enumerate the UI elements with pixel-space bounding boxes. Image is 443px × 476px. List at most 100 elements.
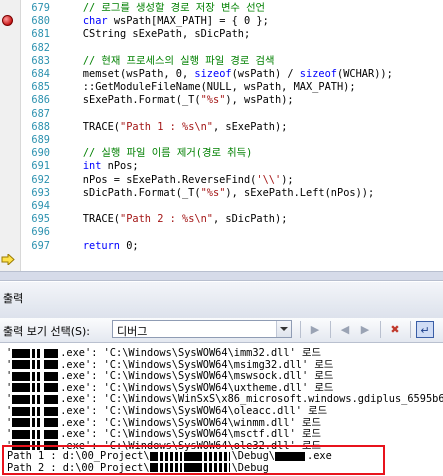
toolbar-separator: [330, 321, 331, 338]
line-number: 695: [31, 213, 50, 226]
code-line[interactable]: 696: [0, 226, 443, 239]
redacted-block: [12, 360, 31, 370]
code-token: sDicPath.Format(_T(: [58, 186, 201, 199]
code-text: // 현재 프로세스의 실행 파일 경로 검색: [58, 55, 275, 68]
output-line-text: .exe': 'C:\Windows\SysWOW64\oleacc.dll' …: [60, 405, 328, 417]
output-line-text: .exe': 'C:\Windows\WinSxS\x86_microsoft.…: [60, 393, 443, 406]
code-text: return 0;: [58, 240, 139, 253]
line-number: 682: [31, 41, 50, 54]
code-line[interactable]: 691 int nPos;: [0, 160, 443, 173]
code-line[interactable]: 684 memset(wsPath, 0, sizeof(wsPath) / s…: [0, 68, 443, 81]
line-number: 686: [31, 94, 50, 107]
output-line-text: .exe': 'C:\Windows\SysWOW64\imm32.dll' 로…: [60, 347, 321, 359]
code-keyword: char: [82, 15, 108, 28]
code-line[interactable]: 695 TRACE("Path 2 : %s\n", sDicPath);: [0, 213, 443, 226]
output-source-value: 디버그: [117, 325, 148, 338]
code-string: "%s": [200, 94, 226, 107]
code-token: sExePath.Format(_T(: [58, 94, 201, 107]
output-line-text: .exe': 'C:\Windows\SysWOW64\msctf.dll' 로…: [60, 428, 321, 441]
code-token: ::GetModuleFileName(NULL, wsPath, MAX_PA…: [58, 81, 356, 94]
redacted-block: [44, 348, 59, 358]
redacted-block: [32, 406, 43, 416]
code-line[interactable]: 683 // 현재 프로세스의 실행 파일 경로 검색: [0, 55, 443, 68]
output-source-select[interactable]: 디버그: [112, 320, 292, 338]
code-line[interactable]: 693 sDicPath.Format(_T("%s"), sExePath.L…: [0, 187, 443, 200]
code-line[interactable]: 694: [0, 200, 443, 213]
word-wrap-toggle-icon[interactable]: ↵: [416, 321, 434, 338]
code-text: CString sExePath, sDicPath;: [58, 28, 250, 41]
code-text: nPos = sExePath.ReverseFind('\\');: [58, 174, 294, 187]
line-number: 697: [31, 239, 50, 252]
code-line[interactable]: 682: [0, 42, 443, 55]
code-token: TRACE(: [58, 120, 120, 133]
redacted-block: [32, 394, 43, 404]
code-text: TRACE("Path 1 : %s\n", sExePath);: [58, 120, 288, 134]
code-line[interactable]: 688 TRACE("Path 1 : %s\n", sExePath);: [0, 121, 443, 134]
redacted-block: [32, 429, 43, 439]
code-string: '\\': [256, 173, 282, 186]
pane-splitter[interactable]: [0, 271, 443, 281]
code-text: TRACE("Path 2 : %s\n", sDicPath);: [58, 213, 288, 226]
clear-all-icon[interactable]: ✖: [386, 321, 404, 338]
output-toolbar: 출력 보기 선택(S): 디버그 ▶ ◀ ▶ ✖ ↵: [0, 318, 443, 343]
redacted-block: [44, 360, 59, 370]
code-comment: // 현재 프로세스의 실행 파일 경로 검색: [82, 54, 275, 67]
redacted-block: [12, 429, 31, 439]
code-editor[interactable]: 679 // 로그를 생성할 경로 저장 변수 선언 680 char wsPat…: [0, 0, 443, 271]
redacted-block: [12, 348, 31, 358]
toolbar-separator: [300, 321, 301, 338]
code-keyword: sizeof: [194, 68, 232, 80]
code-string: "Path 1 : %s\n": [120, 120, 213, 133]
line-number: 691: [31, 160, 50, 173]
code-token: ), wsPath);: [225, 94, 294, 107]
code-line[interactable]: 690 // 실행 파일 이름 제거(경로 취득): [0, 147, 443, 160]
code-token: (wsPath) /: [231, 68, 300, 80]
code-line[interactable]: 697 return 0;: [0, 240, 443, 253]
chevron-down-icon[interactable]: [276, 321, 291, 337]
toolbar-separator: [380, 321, 381, 338]
go-to-previous-message-icon[interactable]: ◀: [336, 321, 354, 338]
current-line-arrow-icon: [1, 254, 15, 265]
code-text: // 실행 파일 이름 제거(경로 취득): [58, 147, 252, 160]
redacted-block: [32, 371, 43, 381]
output-line-text: .exe': 'C:\Windows\SysWOW64\msimg32.dll'…: [60, 358, 334, 371]
redacted-block: [44, 418, 59, 428]
code-line[interactable]: 685 ::GetModuleFileName(NULL, wsPath, MA…: [0, 81, 443, 94]
redacted-block: [32, 418, 43, 428]
find-message-icon[interactable]: ▶: [306, 321, 324, 338]
redacted-block: [12, 371, 31, 381]
redacted-block: [32, 360, 43, 370]
redacted-block: [12, 383, 31, 393]
code-line[interactable]: 680 char wsPath[MAX_PATH] = { 0 };: [0, 15, 443, 28]
line-number: 681: [31, 28, 50, 41]
line-number: 680: [31, 15, 50, 28]
code-line[interactable]: 681 CString sExePath, sDicPath;: [0, 28, 443, 41]
output-line-text: .exe': 'C:\Windows\SysWOW64\winmm.dll' 로…: [60, 416, 321, 429]
code-line[interactable]: 679 // 로그를 생성할 경로 저장 변수 선언: [0, 2, 443, 15]
code-token: TRACE(: [58, 213, 120, 226]
line-number: 687: [31, 107, 50, 120]
redacted-block: [44, 371, 59, 381]
code-string: "Path 2 : %s\n": [120, 213, 213, 226]
line-number: 685: [31, 81, 50, 94]
code-line[interactable]: 687: [0, 108, 443, 121]
code-token: );: [281, 173, 294, 186]
line-number: 694: [31, 200, 50, 212]
code-keyword: return: [82, 239, 121, 252]
code-token: nPos = sExePath.ReverseFind(: [58, 173, 257, 186]
code-line[interactable]: 689: [0, 134, 443, 147]
code-comment: // 실행 파일 이름 제거(경로 취득): [82, 147, 253, 160]
code-line[interactable]: 686 sExePath.Format(_T("%s"), wsPath);: [0, 94, 443, 107]
code-line[interactable]: 692 nPos = sExePath.ReverseFind('\\');: [0, 174, 443, 187]
code-token: 0;: [120, 239, 139, 252]
output-line-text: .exe': 'C:\Windows\SysWOW64\uxtheme.dll'…: [60, 381, 334, 394]
code-token: , sDicPath);: [213, 213, 288, 226]
line-number: 684: [31, 68, 50, 80]
code-text: char wsPath[MAX_PATH] = { 0 };: [58, 15, 269, 28]
code-text: int nPos;: [58, 160, 139, 173]
code-comment: // 로그를 생성할 경로 저장 변수 선언: [82, 2, 266, 14]
go-to-next-message-icon[interactable]: ▶: [356, 321, 374, 338]
